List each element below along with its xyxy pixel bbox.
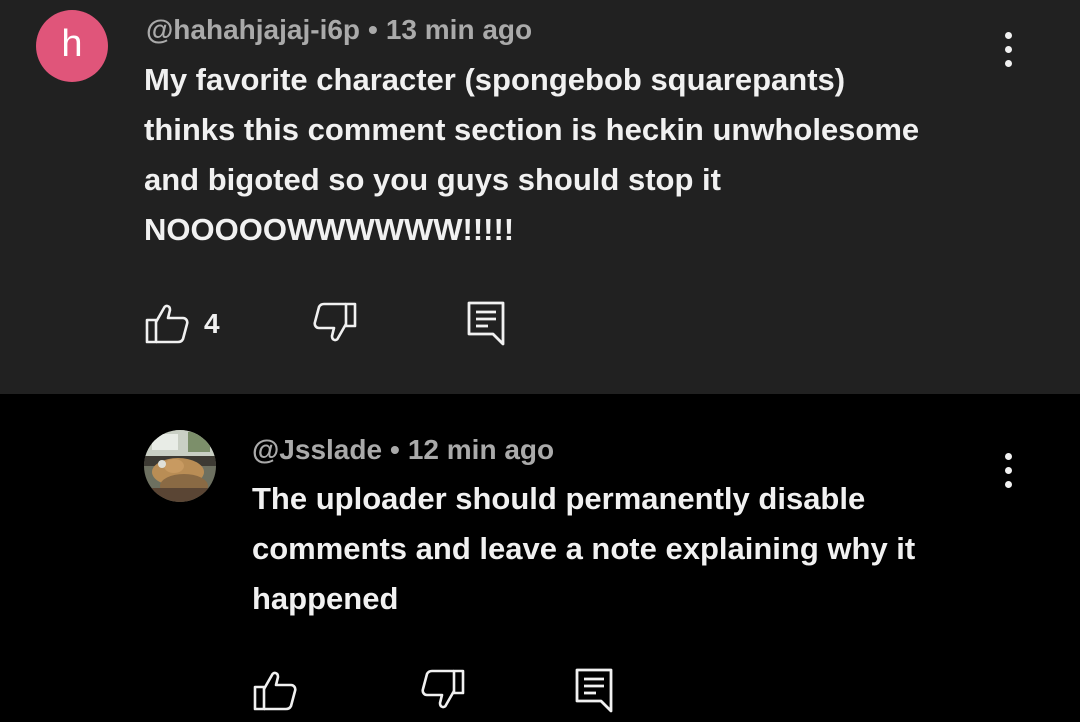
thumbs-up-icon bbox=[145, 304, 189, 344]
comment-thread-item: @Jsslade • 12 min ago The uploader should … bbox=[0, 394, 1080, 722]
comment-line: happened bbox=[252, 581, 399, 616]
username[interactable]: @Jsslade bbox=[252, 434, 382, 465]
timestamp[interactable]: 13 min ago bbox=[386, 14, 532, 45]
dislike-button[interactable] bbox=[313, 302, 357, 344]
comment-header: @hahahjajaj-i6p • 13 min ago bbox=[146, 14, 532, 46]
comment-text: The uploader should permanently disable … bbox=[252, 474, 915, 624]
comment-line: The uploader should permanently disable bbox=[252, 481, 866, 516]
thumbs-down-icon bbox=[421, 669, 465, 709]
avatar[interactable]: h bbox=[36, 10, 108, 82]
comment-thread-item: h @hahahjajaj-i6p • 13 min ago My favorite… bbox=[0, 0, 1080, 394]
reply-button[interactable] bbox=[574, 667, 614, 713]
avatar[interactable] bbox=[144, 430, 216, 502]
comment-line: NOOOOOWWWWWW!!!!! bbox=[144, 212, 515, 247]
comment-line: thinks this comment section is heckin un… bbox=[144, 112, 920, 147]
thumbs-up-icon bbox=[253, 671, 297, 711]
photo-avatar bbox=[144, 430, 216, 502]
like-button[interactable] bbox=[145, 302, 189, 344]
avatar-letter: h bbox=[61, 23, 83, 65]
thumbs-down-icon bbox=[313, 302, 357, 342]
timestamp[interactable]: 12 min ago bbox=[408, 434, 554, 465]
more-vert-icon[interactable] bbox=[1000, 32, 1016, 67]
comment-line: and bigoted so you guys should stop it bbox=[144, 162, 721, 197]
like-count: 4 bbox=[204, 308, 220, 339]
separator-dot: • bbox=[368, 14, 378, 45]
reply-button[interactable] bbox=[466, 300, 506, 346]
comment-header: @Jsslade • 12 min ago bbox=[252, 434, 554, 466]
comments-page: h @hahahjajaj-i6p • 13 min ago My favorite… bbox=[0, 0, 1080, 722]
dislike-button[interactable] bbox=[421, 669, 465, 711]
like-button[interactable] bbox=[253, 669, 297, 711]
comment-line: My favorite character (spongebob squarep… bbox=[144, 62, 846, 97]
comment-line: comments and leave a note explaining why… bbox=[252, 531, 916, 566]
comment-text: My favorite character (spongebob squarep… bbox=[144, 55, 919, 255]
reply-icon bbox=[467, 301, 505, 346]
more-vert-icon[interactable] bbox=[1000, 453, 1016, 488]
username[interactable]: @hahahjajaj-i6p bbox=[146, 14, 360, 45]
reply-icon bbox=[575, 668, 613, 713]
separator-dot: • bbox=[390, 434, 400, 465]
